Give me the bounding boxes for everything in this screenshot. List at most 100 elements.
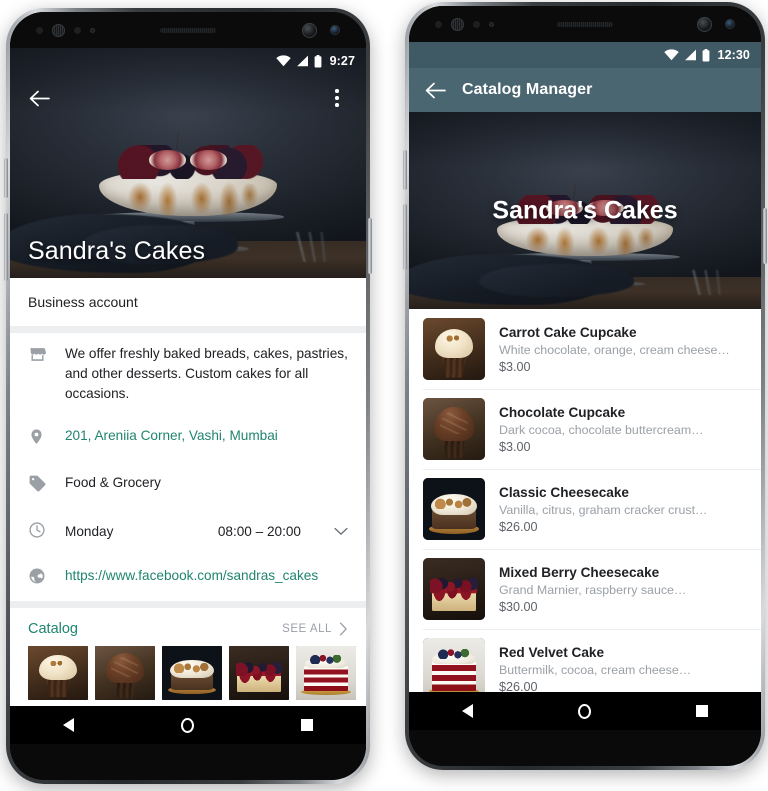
phone-right-device: 12:30 Catalog Manager Sandra's Cakes Car…: [403, 2, 767, 770]
arrow-back-icon: [425, 82, 446, 98]
secondary-sensor-icon: [330, 25, 340, 35]
product-price: $30.00: [499, 599, 538, 614]
catalog-thumb-1[interactable]: [95, 645, 155, 700]
earpiece-speaker-icon: [160, 27, 216, 33]
nav-recents-icon[interactable]: [300, 719, 313, 731]
app-bar-title: Catalog Manager: [462, 81, 593, 98]
globe-icon: [28, 566, 48, 590]
nav-bar-right: [409, 692, 761, 730]
wifi-icon: [275, 55, 291, 67]
more-vert-icon: [335, 89, 339, 107]
iris-scanner-icon: [52, 23, 65, 37]
status-clock: 9:27: [329, 54, 355, 68]
volume-button[interactable]: [4, 213, 8, 281]
see-all-label: SEE ALL: [282, 622, 332, 635]
catalog-thumb-3[interactable]: [229, 645, 289, 700]
profile-sheet: Business account We offer freshly baked …: [10, 278, 366, 706]
opening-hours-row[interactable]: Monday 08:00 – 20:00: [10, 509, 366, 555]
product-price: $3.00: [499, 359, 531, 374]
product-name: Mixed Berry Cheesecake: [499, 564, 660, 580]
product-name: Red Velvet Cake: [499, 644, 605, 660]
product-row[interactable]: Classic Cheesecake Vanilla, citrus, grah…: [409, 469, 761, 549]
chevron-down-icon[interactable]: [334, 527, 348, 536]
section-divider-2: [10, 600, 366, 608]
bixby-button-right[interactable]: [403, 150, 407, 190]
bixby-button[interactable]: [4, 158, 8, 198]
top-bezel-left: [10, 12, 366, 48]
iris-scanner-icon: [451, 17, 464, 31]
catalog-header: Catalog SEE ALL: [10, 608, 366, 646]
website-text: https://www.facebook.com/sandras_cakes: [65, 567, 319, 583]
clock-icon: [28, 520, 48, 544]
catalog-thumb-0[interactable]: [28, 645, 88, 700]
product-list: Carrot Cake Cupcake White chocolate, ora…: [409, 309, 761, 692]
business-account-row[interactable]: Business account: [10, 278, 366, 326]
chevron-right-icon: [339, 621, 347, 636]
light-sensor-icon: [74, 26, 81, 34]
website-row[interactable]: https://www.facebook.com/sandras_cakes: [10, 555, 366, 601]
product-row[interactable]: Mixed Berry Cheesecake Grand Marnier, ra…: [409, 549, 761, 629]
nav-bar-left: [10, 706, 366, 744]
address-row[interactable]: 201, Areniia Corner, Vashi, Mumbai: [10, 415, 366, 462]
nav-home-icon[interactable]: [180, 717, 194, 733]
wifi-icon: [663, 49, 679, 61]
product-price: $3.00: [499, 439, 531, 454]
battery-icon: [314, 54, 321, 67]
status-bar-left: 9:27: [10, 48, 366, 74]
opening-day: Monday: [65, 524, 114, 540]
top-bezel-right: [409, 6, 761, 42]
volume-button-right[interactable]: [403, 204, 407, 270]
section-divider: [10, 326, 366, 333]
business-name-title: Sandra's Cakes: [492, 196, 678, 224]
product-thumbnail: [423, 398, 485, 460]
overflow-menu-button[interactable]: [322, 83, 352, 113]
nav-back-icon[interactable]: [63, 718, 75, 732]
category-text: Food & Grocery: [65, 474, 161, 490]
nav-back-icon[interactable]: [461, 704, 473, 718]
power-button[interactable]: [368, 218, 372, 274]
battery-icon: [702, 48, 709, 61]
back-button[interactable]: [24, 83, 54, 113]
power-button-right[interactable]: [763, 208, 767, 264]
secondary-sensor-icon: [725, 19, 735, 29]
product-description: Buttermilk, cocoa, cream cheese…: [499, 662, 692, 677]
nav-recents-icon[interactable]: [696, 705, 709, 717]
address-text: 201, Areniia Corner, Vashi, Mumbai: [65, 427, 278, 443]
status-clock: 12:30: [717, 48, 750, 62]
earpiece-speaker-icon: [557, 21, 613, 27]
catalog-title: Catalog: [28, 620, 78, 637]
light-sensor-icon: [473, 20, 480, 28]
product-description: Vanilla, citrus, graham cracker crust…: [499, 502, 708, 517]
product-row[interactable]: Chocolate Cupcake Dark cocoa, chocolate …: [409, 389, 761, 469]
product-description: Grand Marnier, raspberry sauce…: [499, 582, 687, 597]
product-thumbnail: [423, 558, 485, 620]
tag-icon: [28, 473, 48, 498]
proximity-sensor-icon: [36, 26, 43, 34]
catalog-thumb-4[interactable]: [296, 645, 356, 700]
app-bar-left: [10, 74, 366, 122]
product-description: White chocolate, orange, cream cheese…: [499, 342, 730, 357]
product-name: Carrot Cake Cupcake: [499, 324, 637, 340]
status-bar-right: 12:30: [409, 42, 761, 68]
product-thumbnail: [423, 478, 485, 540]
product-row[interactable]: Red Velvet Cake Buttermilk, cocoa, cream…: [409, 629, 761, 692]
catalog-thumb-2[interactable]: [162, 645, 222, 700]
led-indicator-icon: [489, 21, 494, 27]
phone-left-device: 9:27 Sandra's Cakes Business account We …: [4, 8, 372, 784]
product-price: $26.00: [499, 679, 538, 693]
product-thumbnail: [423, 638, 485, 692]
description-row: We offer freshly baked breads, cakes, pa…: [10, 333, 366, 415]
see-all-button[interactable]: SEE ALL: [282, 621, 348, 636]
product-row[interactable]: Carrot Cake Cupcake White chocolate, ora…: [409, 309, 761, 389]
proximity-sensor-icon: [435, 20, 442, 28]
nav-home-icon[interactable]: [577, 703, 591, 719]
product-name: Classic Cheesecake: [499, 484, 629, 500]
back-button[interactable]: [424, 79, 446, 101]
left-phone-screen: 9:27 Sandra's Cakes Business account We …: [10, 48, 366, 706]
description-text: We offer freshly baked breads, cakes, pa…: [65, 346, 348, 401]
catalog-thumbnail-strip: [10, 645, 366, 706]
front-camera-icon: [302, 22, 317, 38]
right-phone-screen: 12:30 Catalog Manager Sandra's Cakes Car…: [409, 42, 761, 692]
opening-hours-value: 08:00 – 20:00: [217, 524, 301, 540]
category-row: Food & Grocery: [10, 462, 366, 509]
